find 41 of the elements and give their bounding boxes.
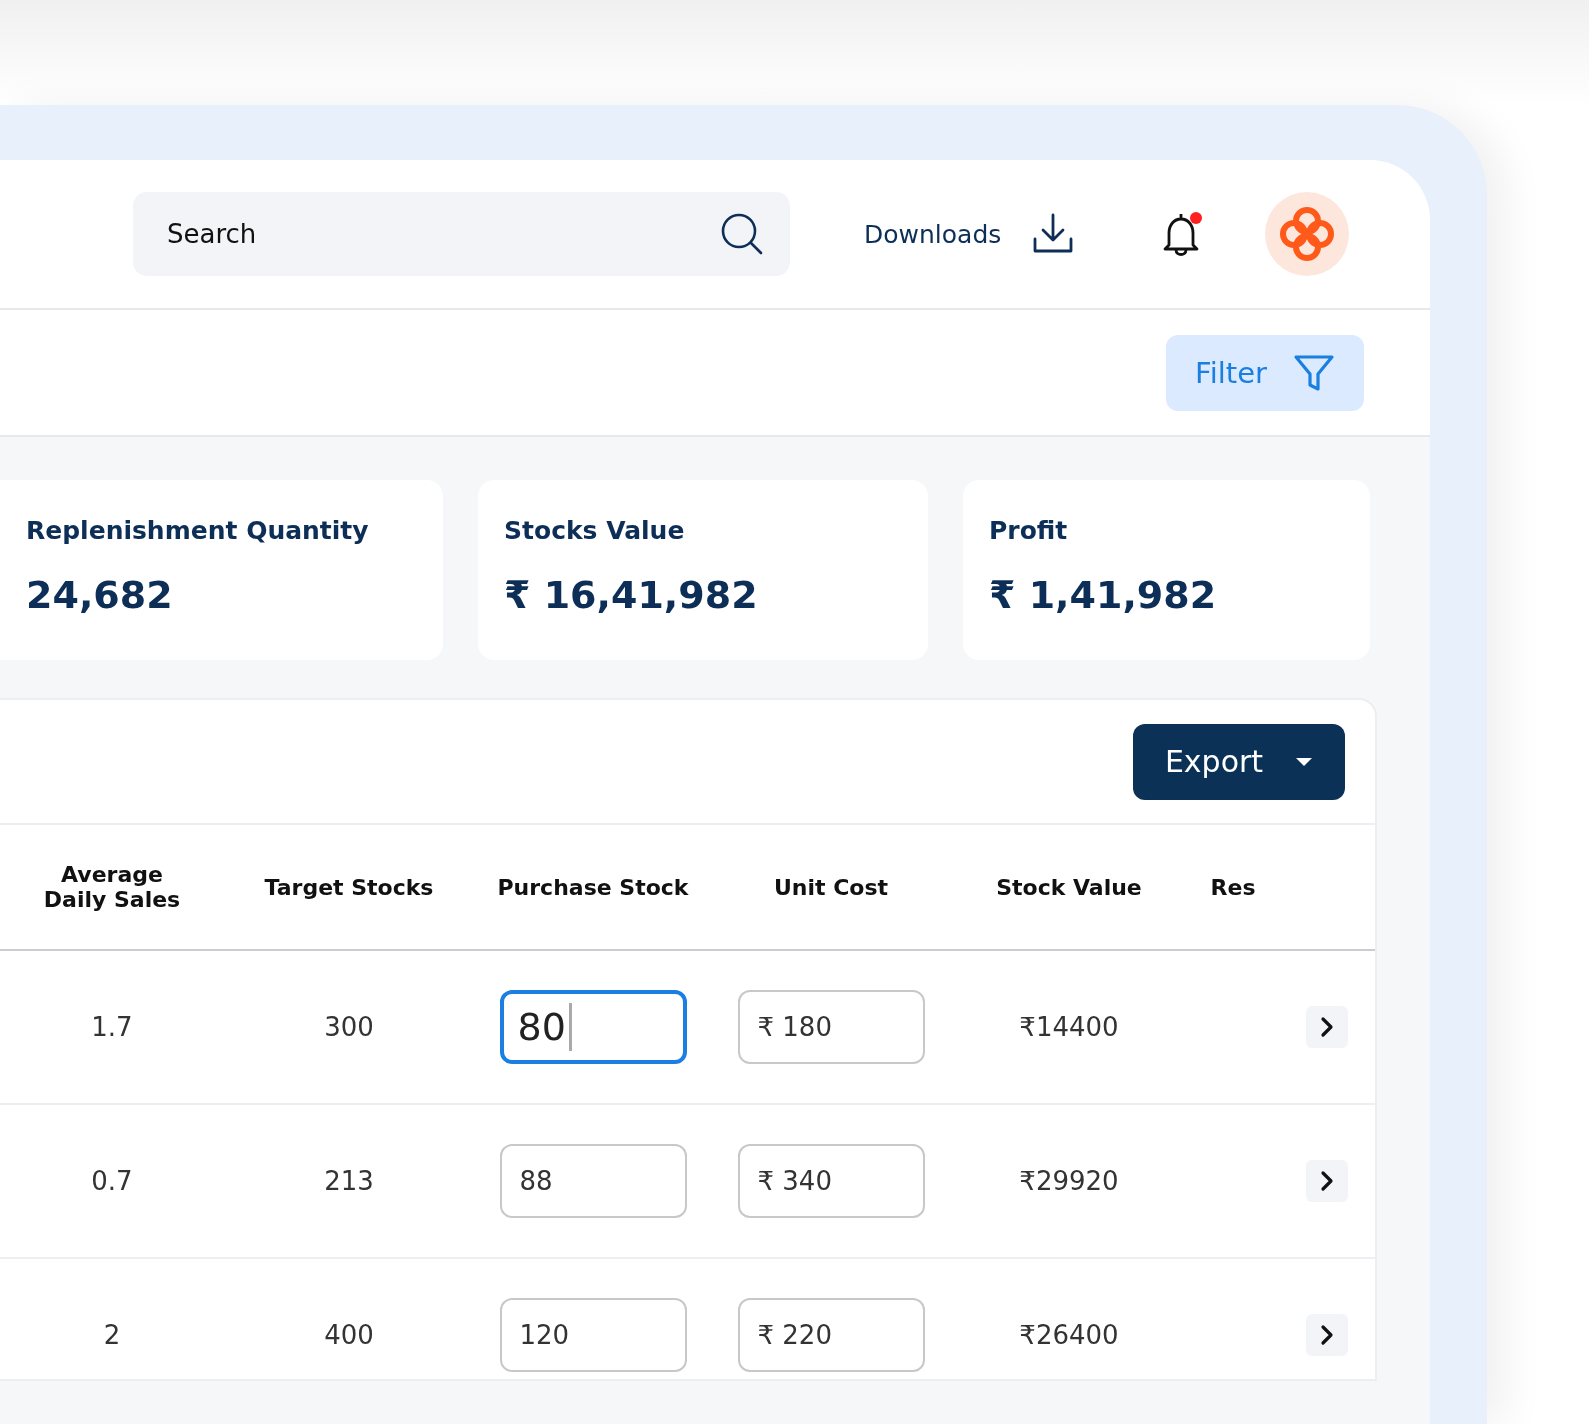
column-header: Res — [1210, 874, 1256, 900]
table-cell: 0.7 — [91, 1166, 133, 1196]
stat-label: Profit — [989, 516, 1069, 545]
stat-value: ₹ 16,41,982 — [504, 573, 759, 617]
stat-value: ₹ 1,41,982 — [989, 573, 1218, 617]
table-cell: 300 — [324, 1012, 374, 1042]
table-cell: 1.7 — [91, 1012, 133, 1042]
chevron-button[interactable] — [1305, 1006, 1348, 1048]
stat-label: Stocks Value — [504, 516, 686, 545]
export-button[interactable]: Export — [1133, 723, 1345, 800]
table-cell: ₹14400 — [1019, 1012, 1119, 1042]
table-cell: ₹29920 — [1019, 1166, 1119, 1196]
input-field[interactable]: 80 — [499, 990, 687, 1064]
input-field[interactable]: ₹ 220 — [737, 1298, 925, 1372]
chevron-button[interactable] — [1305, 1314, 1348, 1356]
search-input[interactable]: Search — [165, 218, 720, 250]
column-header: Stock Value — [996, 874, 1142, 900]
column-header: Average Daily Sales — [42, 862, 182, 912]
input-field[interactable]: 120 — [499, 1298, 687, 1372]
text-cursor — [568, 1003, 572, 1051]
table-cell: 213 — [324, 1166, 374, 1196]
stat-value: 24,682 — [26, 573, 174, 617]
column-header: Target Stocks — [264, 874, 434, 900]
search-field[interactable]: Search — [133, 192, 790, 276]
column-header: Purchase Stock — [497, 874, 689, 900]
filter-icon — [1292, 352, 1335, 393]
caret-icon — [1295, 756, 1314, 767]
table-cell: 400 — [324, 1320, 374, 1350]
stat-label: Replenishment Quantity — [26, 516, 370, 545]
chevron-right-icon — [1319, 1324, 1334, 1346]
chevron-right-icon — [1319, 1170, 1334, 1192]
column-header: Unit Cost — [773, 874, 889, 900]
chevron-button[interactable] — [1305, 1160, 1348, 1202]
input-field[interactable]: ₹ 180 — [737, 990, 925, 1064]
input-field[interactable]: 88 — [499, 1144, 687, 1218]
chevron-right-icon — [1319, 1016, 1334, 1038]
table-cell: ₹26400 — [1019, 1320, 1119, 1350]
input-field[interactable]: ₹ 340 — [737, 1144, 925, 1218]
table-cell: 2 — [103, 1320, 121, 1350]
downloads-button[interactable]: Downloads — [864, 219, 1002, 249]
search-icon[interactable] — [720, 212, 764, 256]
